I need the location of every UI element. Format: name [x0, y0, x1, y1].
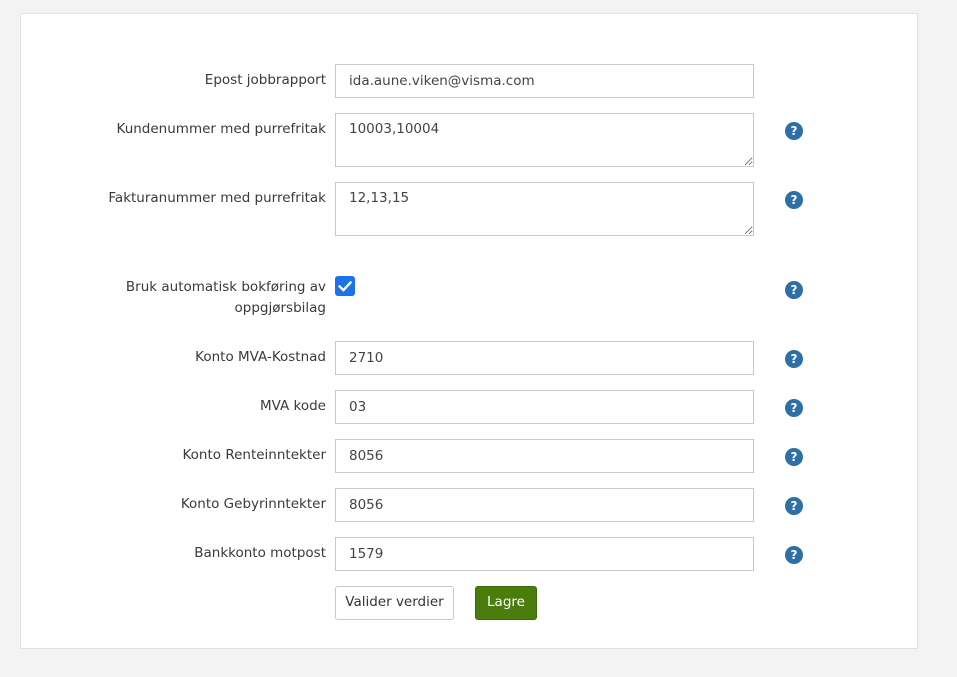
bank-contra-account-label: Bankkonto motpost [194, 545, 326, 561]
auto-booking-label: Bruk automatisk bokføring av oppgjørsbil… [125, 279, 326, 316]
vat-code-input[interactable] [335, 390, 754, 424]
question-circle-icon[interactable]: ? [785, 448, 803, 466]
vat-cost-account-label: Konto MVA-Kostnad [195, 349, 326, 365]
vat-code-label: MVA kode [259, 398, 326, 414]
vat-cost-account-input[interactable] [335, 341, 754, 375]
invoice-exempt-label: Fakturanummer med purrefritak [108, 190, 326, 206]
customer-exempt-textarea[interactable]: 10003,10004 [335, 113, 754, 167]
email-report-input[interactable] [335, 64, 754, 98]
question-circle-icon[interactable]: ? [785, 281, 803, 299]
email-report-label: Epost jobbrapport [204, 72, 326, 88]
question-circle-icon[interactable]: ? [785, 191, 803, 209]
validate-values-button[interactable]: Valider verdier [335, 586, 454, 620]
customer-exempt-label: Kundenummer med purrefritak [116, 121, 326, 137]
invoice-exempt-textarea[interactable]: 12,13,15 [335, 182, 754, 236]
question-circle-icon[interactable]: ? [785, 497, 803, 515]
fee-income-account-input[interactable] [335, 488, 754, 522]
question-circle-icon[interactable]: ? [785, 122, 803, 140]
settings-form-panel: Epost jobbrapport Kundenummer med purref… [20, 13, 918, 649]
interest-income-account-label: Konto Renteinntekter [182, 447, 326, 463]
check-icon [338, 281, 352, 292]
fee-income-account-label: Konto Gebyrinntekter [180, 496, 326, 512]
save-button[interactable]: Lagre [475, 586, 537, 620]
question-circle-icon[interactable]: ? [785, 546, 803, 564]
question-circle-icon[interactable]: ? [785, 399, 803, 417]
interest-income-account-input[interactable] [335, 439, 754, 473]
auto-booking-checkbox[interactable] [335, 276, 355, 296]
bank-contra-account-input[interactable] [335, 537, 754, 571]
question-circle-icon[interactable]: ? [785, 350, 803, 368]
